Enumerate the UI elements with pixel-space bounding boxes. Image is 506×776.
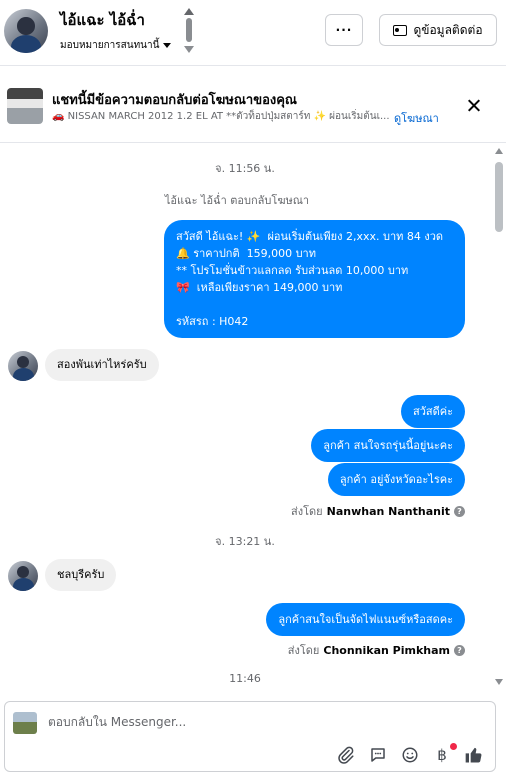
- message-composer: ฿: [4, 701, 496, 772]
- outgoing-message[interactable]: ลูกค้า อยู่จังหวัดอะไรคะ: [327, 463, 465, 496]
- sent-by-label: ส่งโดย: [291, 505, 323, 518]
- thread-scrollbar[interactable]: [493, 148, 505, 688]
- ad-thumbnail: [7, 88, 43, 124]
- sent-by-label: ส่งโดย: [287, 644, 320, 657]
- help-icon[interactable]: ?: [454, 644, 465, 656]
- message-thread: จ. 11:56 น. ไอ้แฉะ ไอ้ฉ่ำ ตอบกลับโฆษณา ส…: [0, 143, 506, 693]
- scroll-down-icon[interactable]: [495, 679, 503, 685]
- assign-conversation-dropdown[interactable]: มอบหมายการสนทนานี้: [60, 38, 172, 53]
- outgoing-message[interactable]: ลูกค้าสนใจเป็นจัดไฟแนนซ์หรือสดคะ: [266, 603, 465, 636]
- outgoing-message[interactable]: สวัสดี ไอ้แฉะ! ✨ ผ่อนเริ่มต้นเพียง 2,xxx…: [164, 220, 465, 338]
- incoming-message[interactable]: สองพันเท่าไหร่ครับ: [45, 349, 159, 381]
- close-icon[interactable]: [465, 97, 483, 115]
- contact-avatar[interactable]: [4, 9, 48, 53]
- sent-by-note: ส่งโดย Nanwhan Nanthanit ?: [291, 502, 465, 520]
- conversation-header: ไอ้แฉะ ไอ้ฉ่ำ มอบหมายการสนทนานี้ ··· ดูข…: [0, 0, 506, 66]
- timestamp-separator: จ. 11:56 น.: [215, 162, 275, 175]
- view-contact-info-button[interactable]: ดูข้อมูลติดต่อ: [379, 14, 497, 46]
- sender-name: Nanwhan Nanthanit: [326, 504, 450, 518]
- nav-down-icon[interactable]: [184, 46, 194, 53]
- incoming-message[interactable]: ชลบุรีครับ: [45, 559, 117, 591]
- emoji-icon[interactable]: [399, 744, 421, 766]
- page-avatar: [13, 712, 37, 734]
- like-icon[interactable]: [463, 744, 485, 766]
- ad-reply-banner: แชทนี้มีข้อความตอบกลับต่อโฆษณาของคุณ 🚗 N…: [0, 66, 506, 143]
- nav-scroll-indicator: [186, 18, 192, 42]
- view-contact-info-label: ดูข้อมูลติดต่อ: [413, 22, 483, 37]
- view-ad-link[interactable]: ดูโฆษณา: [394, 109, 439, 127]
- contact-avatar-small[interactable]: [8, 561, 38, 591]
- contact-avatar-small[interactable]: [8, 351, 38, 381]
- nav-up-icon[interactable]: [184, 8, 194, 15]
- system-note: ไอ้แฉะ ไอ้ฉ่ำ ตอบกลับโฆษณา: [164, 194, 310, 207]
- notification-dot: [450, 743, 457, 750]
- help-icon[interactable]: ?: [454, 505, 465, 517]
- assign-label: มอบหมายการสนทนานี้: [60, 40, 160, 51]
- scroll-up-icon[interactable]: [495, 148, 503, 154]
- card-icon: [393, 24, 408, 36]
- more-options-button[interactable]: ···: [325, 14, 363, 46]
- outgoing-message[interactable]: ลูกค้า สนใจรถรุ่นนี้อยู่นะคะ: [311, 429, 465, 462]
- outgoing-message[interactable]: สวัสดีค่ะ: [400, 395, 465, 428]
- sent-by-note: ส่งโดย Chonnikan Pimkham ?: [288, 641, 465, 659]
- conversation-nav[interactable]: [183, 8, 195, 54]
- reply-input[interactable]: [48, 715, 348, 729]
- chevron-down-icon: [163, 43, 172, 48]
- car-icon: 🚗: [52, 111, 65, 122]
- ad-banner-subtitle: 🚗 NISSAN MARCH 2012 1.2 EL AT **ตัวท็อปป…: [52, 109, 392, 124]
- scroll-thumb[interactable]: [495, 162, 503, 232]
- sender-name: Chonnikan Pimkham: [323, 643, 450, 657]
- ad-banner-title: แชทนี้มีข้อความตอบกลับต่อโฆษณาของคุณ: [52, 93, 297, 108]
- contact-name[interactable]: ไอ้แฉะ ไอ้ฉ่ำ: [60, 8, 145, 32]
- ad-subtitle-text: NISSAN MARCH 2012 1.2 EL AT **ตัวท็อปปุ่…: [67, 111, 390, 122]
- saved-replies-icon[interactable]: [367, 744, 389, 766]
- timestamp-separator: 11:46: [229, 672, 261, 685]
- attach-icon[interactable]: [335, 744, 357, 766]
- timestamp-separator: จ. 13:21 น.: [215, 535, 275, 548]
